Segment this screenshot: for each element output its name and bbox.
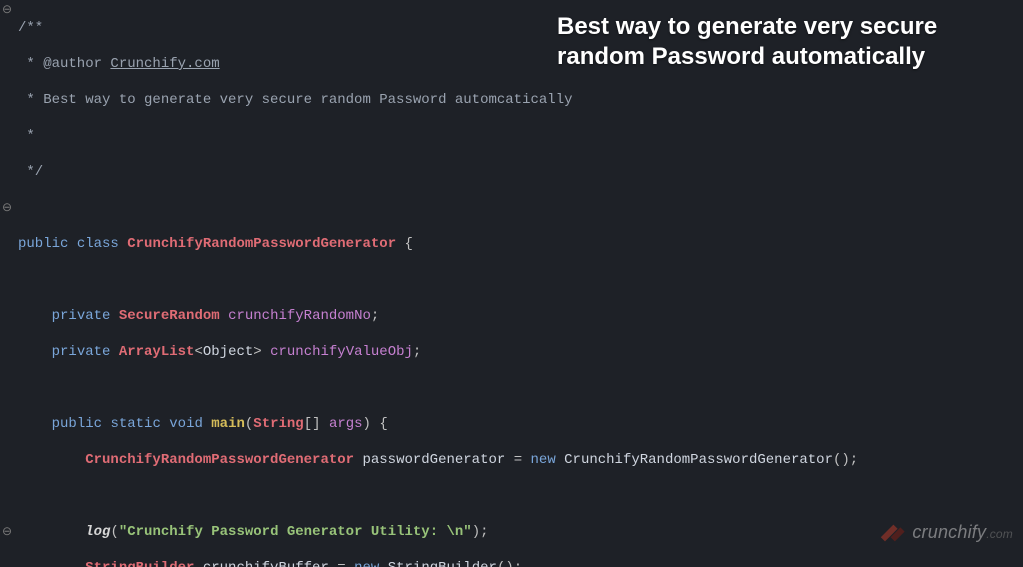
field-crunchifyRandomNo: crunchifyRandomNo [228,308,371,324]
fold-marker[interactable]: ⊖ [0,523,14,541]
logo-suffix: .com [986,527,1013,541]
type-object: Object [203,344,253,360]
kw-public: public [52,416,102,432]
string-utility: "Crunchify Password Generator Utility: \… [119,524,472,540]
kw-private: private [52,308,111,324]
type-securerandom: SecureRandom [119,308,220,324]
fold-marker[interactable]: ⊖ [0,199,14,217]
kw-public: public [18,236,68,252]
overlay-title: Best way to generate very secure random … [557,12,1017,72]
kw-new: new [354,560,379,567]
crunchify-logo: crunchify.com [878,522,1013,543]
kw-class: class [77,236,119,252]
ctor-stringbuilder: StringBuilder [388,560,497,567]
javadoc-close: */ [18,164,43,180]
call-log: log [85,524,110,540]
param-args: args [329,416,363,432]
kw-new: new [531,452,556,468]
kw-void: void [169,416,203,432]
javadoc-open: /** [18,20,43,36]
method-main: main [211,416,245,432]
kw-static: static [110,416,160,432]
fold-marker[interactable]: ⊖ [0,1,14,19]
crunchify-logo-icon [878,523,906,543]
javadoc-author-link[interactable]: Crunchify.com [110,56,219,72]
kw-private: private [52,344,111,360]
type-stringbuilder: StringBuilder [85,560,194,567]
javadoc-author-label: * @author [18,56,110,72]
field-crunchifyValueObj: crunchifyValueObj [270,344,413,360]
var-crunchifyBuffer: crunchifyBuffer [203,560,329,567]
type-string: String [253,416,303,432]
editor-gutter: ⊖ ⊖ ⊖ [0,0,14,567]
logo-text: crunchify [912,522,986,542]
class-name: CrunchifyRandomPasswordGenerator [127,236,396,252]
ctor-classname: CrunchifyRandomPasswordGenerator [564,452,833,468]
type-classname: CrunchifyRandomPasswordGenerator [85,452,354,468]
var-passwordGenerator: passwordGenerator [362,452,505,468]
type-arraylist: ArrayList [119,344,195,360]
javadoc-blank: * [18,128,35,144]
javadoc-desc: * Best way to generate very secure rando… [18,92,573,108]
code-editor[interactable]: /** * @author Crunchify.com * Best way t… [18,0,1023,567]
